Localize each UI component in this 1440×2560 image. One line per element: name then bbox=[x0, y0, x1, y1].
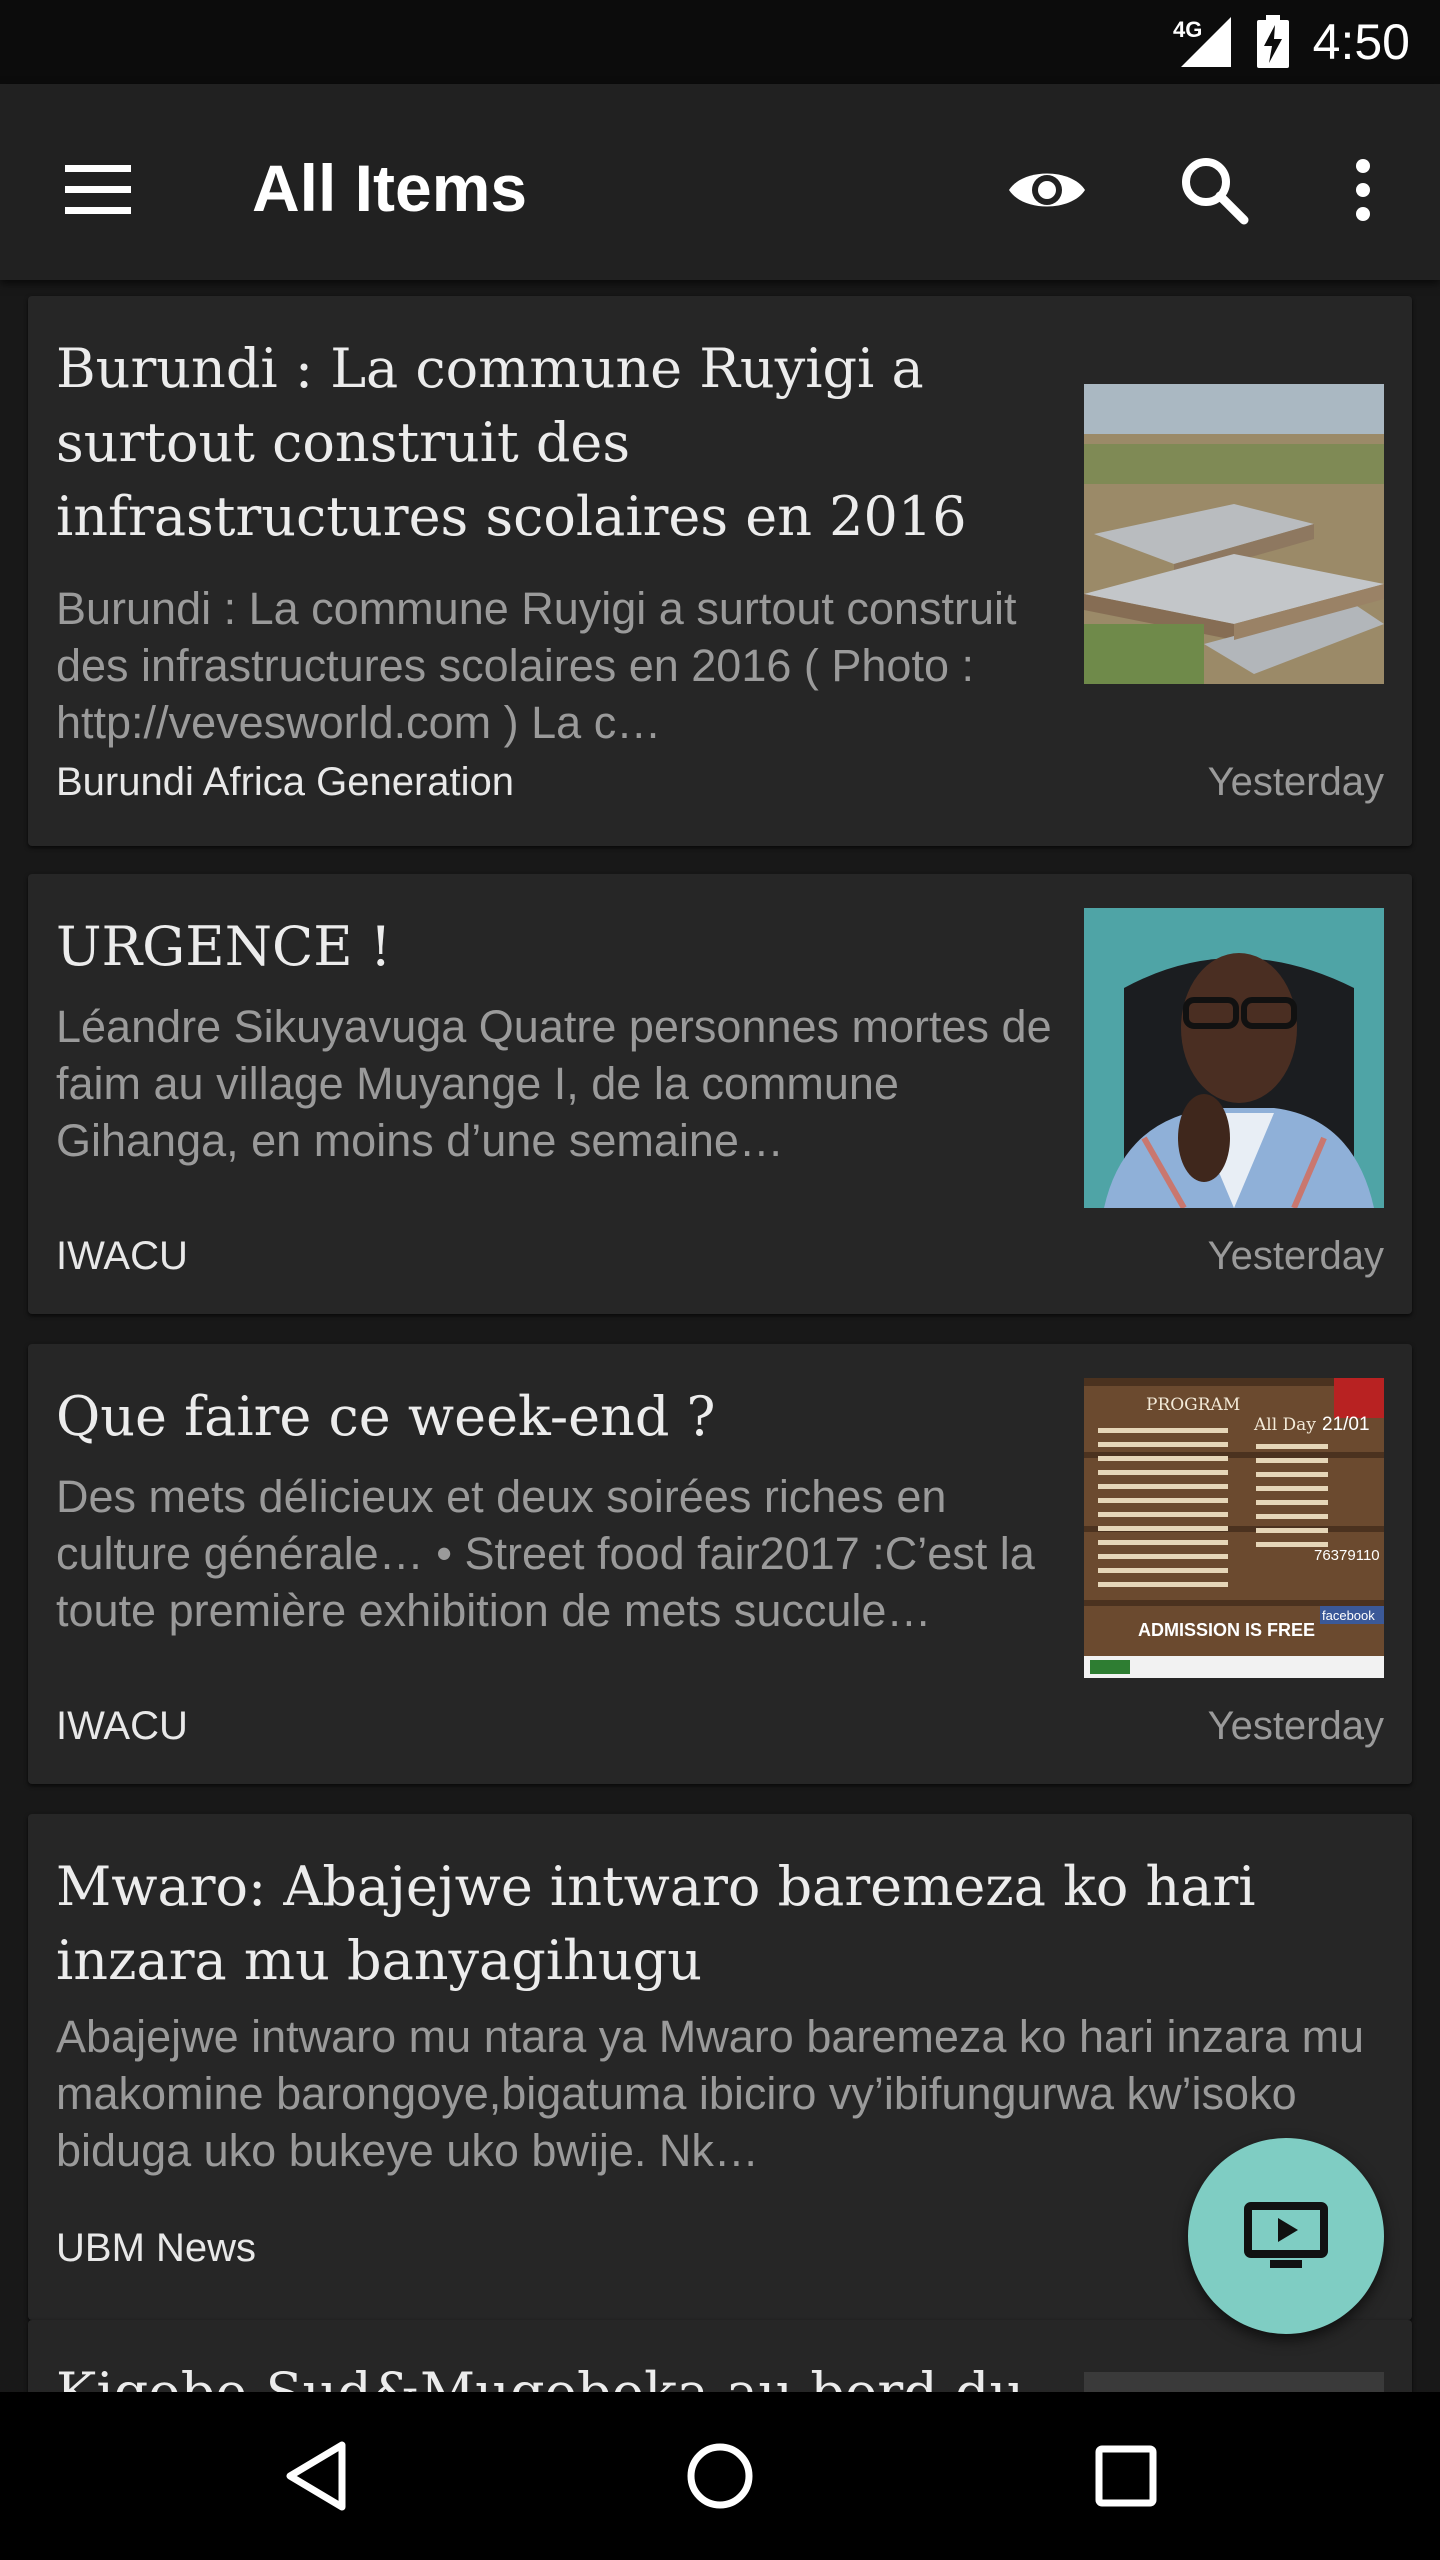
flyer-facebook: facebook bbox=[1322, 1608, 1375, 1623]
slideshow-button[interactable] bbox=[1188, 2138, 1384, 2334]
article-date: Yesterday bbox=[1207, 1234, 1384, 1278]
article-source: UBM News bbox=[56, 2226, 257, 2270]
article-source: Burundi Africa Generation bbox=[56, 760, 515, 804]
article-description: Abajejwe intwaro mu ntara ya Mwaro barem… bbox=[56, 2011, 1365, 2176]
flyer-phone: 76379110 bbox=[1314, 1547, 1380, 1564]
article-list[interactable]: Burundi : La commune Ruyigi a surtout co… bbox=[0, 280, 1440, 2392]
signal-icon: 4G bbox=[1171, 15, 1233, 69]
article-title: URGENCE ! bbox=[56, 915, 392, 978]
article-thumbnail: PROGRAM All Day 21/01 76379110 facebook … bbox=[1084, 1378, 1384, 1678]
article-title: Mwaro: Abajejwe intwaro baremeza ko hari… bbox=[56, 1855, 1256, 1992]
article-description: Burundi : La commune Ruyigi a surtout co… bbox=[56, 583, 1017, 748]
article-source: IWACU bbox=[56, 1704, 188, 1748]
back-icon[interactable] bbox=[256, 2416, 376, 2536]
status-time: 4:50 bbox=[1312, 14, 1410, 70]
page-title: All Items bbox=[252, 151, 528, 225]
battery-charging-icon bbox=[1255, 15, 1291, 69]
article-title: Que faire ce week-end ? bbox=[56, 1385, 716, 1448]
home-icon[interactable] bbox=[660, 2416, 780, 2536]
article-title: Burundi : La commune Ruyigi a surtout co… bbox=[56, 337, 967, 548]
flyer-date: 21/01 bbox=[1322, 1414, 1370, 1435]
flyer-admission: ADMISSION IS FREE bbox=[1138, 1620, 1315, 1640]
navigation-bar bbox=[0, 2392, 1440, 2560]
article-description: Des mets délicieux et deux soirées riche… bbox=[56, 1471, 1035, 1636]
article-thumbnail bbox=[1084, 908, 1384, 1208]
menu-icon[interactable] bbox=[50, 142, 146, 238]
network-type: 4G bbox=[1173, 17, 1202, 42]
article-source: IWACU bbox=[56, 1234, 188, 1278]
article-card[interactable]: URGENCE ! Léandre Sikuyavuga Quatre pers… bbox=[28, 874, 1412, 1314]
article-card[interactable]: Burundi : La commune Ruyigi a surtout co… bbox=[28, 296, 1412, 846]
flyer-program: PROGRAM bbox=[1146, 1395, 1240, 1415]
article-card[interactable]: Kigobe-Sud&Mugoboka au bord du bbox=[28, 2320, 1412, 2392]
article-title: Kigobe-Sud&Mugoboka au bord du bbox=[56, 2356, 1046, 2392]
slideshow-icon bbox=[1244, 2202, 1328, 2268]
recents-icon[interactable] bbox=[1066, 2416, 1186, 2536]
article-date: Yesterday bbox=[1207, 1704, 1384, 1748]
flyer-all-day: All Day bbox=[1253, 1415, 1316, 1435]
app-bar: All Items bbox=[0, 84, 1440, 280]
article-card[interactable]: Que faire ce week-end ? Des mets délicie… bbox=[28, 1344, 1412, 1784]
eye-icon[interactable] bbox=[999, 142, 1095, 238]
article-thumbnail bbox=[1084, 384, 1384, 684]
status-bar: 4G 4:50 bbox=[0, 0, 1440, 84]
more-vert-icon[interactable] bbox=[1315, 142, 1411, 238]
search-icon[interactable] bbox=[1166, 142, 1262, 238]
article-description: Léandre Sikuyavuga Quatre personnes mort… bbox=[56, 1001, 1052, 1166]
article-date: Yesterday bbox=[1207, 760, 1384, 804]
article-thumbnail bbox=[1084, 2372, 1384, 2392]
